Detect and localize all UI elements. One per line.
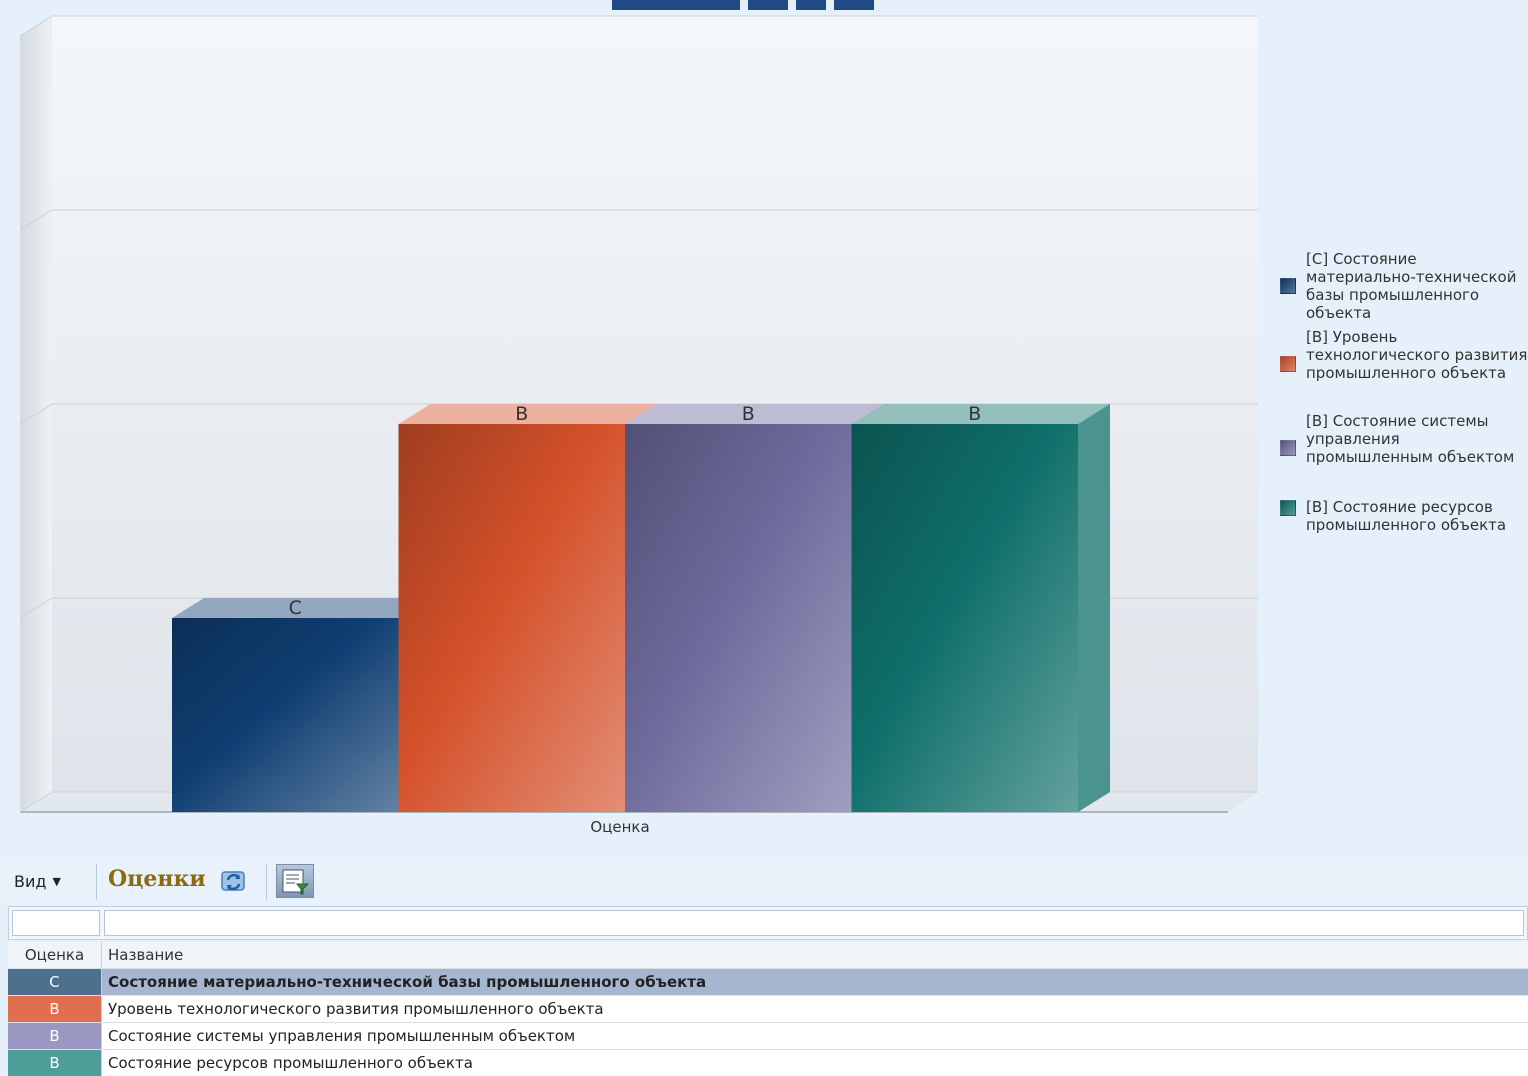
legend-swatch	[1280, 356, 1296, 372]
bar-data-label: B	[968, 403, 981, 425]
grade-cell: B	[8, 996, 102, 1022]
toolbar-divider	[266, 864, 267, 900]
table-row[interactable]: B Уровень технологического развития промы…	[8, 996, 1528, 1023]
name-cell: Состояние ресурсов промышленного объекта	[108, 1054, 473, 1072]
bar	[398, 424, 625, 812]
legend-label: [B] Уровень технологического развития пр…	[1306, 328, 1528, 382]
legend-swatch	[1280, 440, 1296, 456]
name-cell: Уровень технологического развития промыш…	[108, 1000, 604, 1018]
refresh-icon[interactable]	[220, 868, 248, 896]
legend-item: [B] Уровень технологического развития пр…	[1280, 328, 1528, 382]
bar	[172, 618, 399, 812]
bar	[625, 424, 852, 812]
legend-item: [B] Состояние ресурсов промышленного объ…	[1280, 498, 1528, 534]
column-header-name[interactable]: Название	[102, 942, 183, 968]
bar-data-label: B	[742, 403, 755, 425]
table-row[interactable]: B Состояние ресурсов промышленного объект…	[8, 1050, 1528, 1076]
grid-toolbar: Вид ▼ Оценки	[0, 858, 1528, 904]
view-menu-button[interactable]: Вид ▼	[14, 868, 61, 894]
grade-cell: B	[8, 1023, 102, 1049]
name-cell: Состояние системы управления промышленны…	[108, 1027, 576, 1045]
grade-filter-input[interactable]	[12, 910, 100, 936]
bar-data-label: C	[289, 597, 302, 619]
legend-label: [C] Состояние материально-технической ба…	[1306, 250, 1517, 322]
table-header-row: Оценка Название	[8, 942, 1528, 969]
filter-list-icon	[282, 869, 310, 895]
bar-data-label: B	[515, 403, 528, 425]
legend-item: [C] Состояние материально-технической ба…	[1280, 250, 1528, 322]
table-body: C Состояние материально-технической базы …	[8, 969, 1528, 1076]
table-row[interactable]: C Состояние материально-технической базы …	[8, 969, 1528, 996]
chart-area: C B B B [C] Состояние материально-техническ…	[0, 0, 1528, 856]
toolbar-divider	[96, 864, 97, 900]
bar-side-face	[1078, 404, 1110, 812]
name-cell: Состояние материально-технической базы п…	[108, 973, 707, 991]
x-axis-label: Оценка	[590, 818, 650, 836]
grade-cell: B	[8, 1050, 102, 1076]
filter-toggle-icon[interactable]	[276, 864, 314, 898]
table-row[interactable]: B Состояние системы управления промышленн…	[8, 1023, 1528, 1050]
legend-swatch	[1280, 278, 1296, 294]
legend-label: [B] Состояние системы управления промышл…	[1306, 412, 1515, 466]
legend-swatch	[1280, 500, 1296, 516]
chevron-down-icon: ▼	[52, 874, 61, 888]
view-menu-label: Вид	[14, 871, 47, 891]
bar	[851, 424, 1078, 812]
legend-item: [B] Состояние системы управления промышл…	[1280, 412, 1528, 466]
name-filter-input[interactable]	[104, 910, 1524, 936]
grade-cell: C	[8, 969, 102, 995]
filter-row	[8, 906, 1528, 940]
legend-label: [B] Состояние ресурсов промышленного объ…	[1306, 498, 1507, 534]
grades-table: Оценка Название C Состояние материально-т…	[8, 942, 1528, 1076]
column-header-grade[interactable]: Оценка	[8, 942, 102, 968]
panel-title: Оценки	[108, 866, 206, 892]
